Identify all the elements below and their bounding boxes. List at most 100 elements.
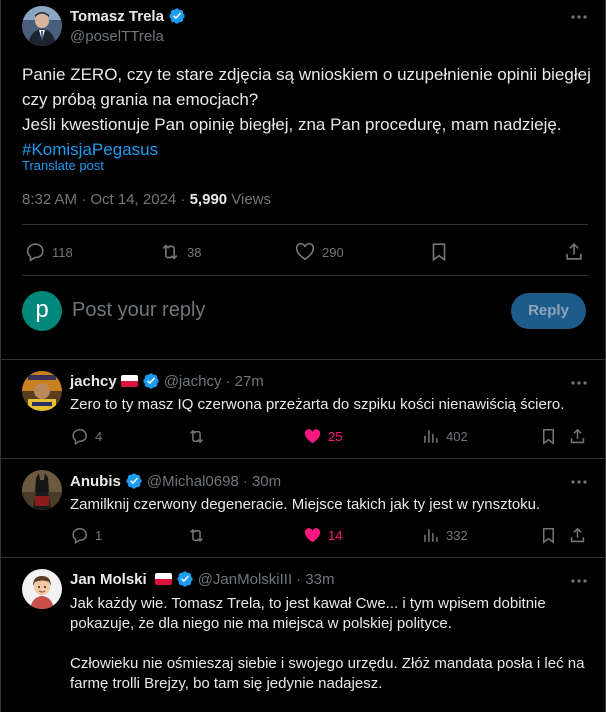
translate-post-link[interactable]: Translate post (22, 158, 104, 173)
repost-icon (187, 427, 206, 446)
reply-count: 4 (95, 429, 103, 444)
tweet-meta: 8:32 AM · Oct 14, 2024 · 5,990 Views (22, 191, 271, 208)
reply-header: jachcy @jachcy · 27m (70, 372, 264, 390)
reply-text-paragraph: Jak każdy wie. Tomasz Trela, to jest kaw… (70, 595, 546, 632)
verified-badge-icon (168, 7, 186, 25)
more-icon[interactable] (567, 374, 591, 392)
like-button[interactable]: 14 (303, 526, 342, 545)
reply-avatar[interactable] (22, 371, 62, 411)
repost-count: 38 (187, 244, 202, 260)
timestamp[interactable]: 8:32 AM · Oct 14, 2024 · (22, 191, 190, 208)
timeline-frame: Tomasz Trela @poselTTrela Panie ZERO, cz… (0, 0, 606, 712)
bookmark-button[interactable] (539, 526, 558, 545)
reply-submit-button[interactable]: Reply (511, 293, 586, 329)
views-count: 402 (446, 429, 468, 444)
more-icon[interactable] (567, 572, 591, 590)
views-icon (421, 526, 440, 545)
share-icon (568, 427, 587, 446)
reply-text: Jak każdy wie. Tomasz Trela, to jest kaw… (70, 594, 585, 694)
own-avatar: p (22, 291, 62, 331)
views-button[interactable]: 332 (421, 526, 468, 545)
tweet-text-line2: Jeśli kwestionuje Pan opinię biegłej, zn… (22, 115, 562, 134)
reply-item[interactable]: Anubis @Michal0698 · 30m Zamilknij czerw… (1, 459, 606, 557)
bookmark-button[interactable] (428, 241, 450, 263)
repost-icon (159, 241, 181, 263)
views-count: 5,990 (189, 191, 228, 208)
divider (22, 275, 588, 276)
hashtag-link[interactable]: #KomisjaPegasus (22, 137, 592, 162)
like-button[interactable]: 25 (303, 427, 342, 446)
tweet-text: Panie ZERO, czy te stare zdjęcia są wnio… (22, 62, 592, 162)
reply-author-handle[interactable]: @jachcy (164, 373, 222, 390)
like-count: 25 (328, 429, 343, 444)
reply-time[interactable]: · 27m (225, 373, 263, 390)
reply-author-handle[interactable]: @JanMolskiIII (198, 571, 292, 588)
reply-text: Zero to ty masz IQ czerwona przeżarta do… (70, 396, 565, 413)
reply-author-name[interactable]: Anubis (70, 473, 121, 490)
reply-author-name[interactable]: Jan Molski (70, 571, 147, 588)
like-icon (303, 526, 322, 545)
reply-time[interactable]: · 33m (296, 571, 334, 588)
reply-time[interactable]: · 30m (243, 473, 281, 490)
repost-button[interactable]: 38 (159, 241, 201, 263)
author-handle[interactable]: @poselTTrela (70, 28, 164, 45)
more-icon[interactable] (567, 8, 591, 26)
bookmark-icon (428, 241, 450, 263)
verified-badge-icon (176, 570, 194, 588)
reply-avatar[interactable] (22, 470, 62, 510)
bookmark-icon (539, 427, 558, 446)
reply-author-handle[interactable]: @Michal0698 (147, 473, 239, 490)
like-count: 14 (328, 528, 343, 543)
share-icon (563, 241, 585, 263)
more-icon[interactable] (567, 473, 591, 491)
divider (22, 224, 588, 225)
repost-icon (187, 526, 206, 545)
share-button[interactable] (568, 427, 587, 446)
share-button[interactable] (568, 526, 587, 545)
poland-flag-icon (120, 375, 138, 387)
tweet-text-line1: Panie ZERO, czy te stare zdjęcia są wnio… (22, 65, 591, 109)
reply-text: Zamilknij czerwony degeneracie. Miejsce … (70, 496, 541, 513)
reply-avatar[interactable] (22, 569, 62, 609)
reply-button[interactable]: 4 (70, 427, 102, 446)
bookmark-icon (539, 526, 558, 545)
author-name[interactable]: Tomasz Trela (70, 8, 164, 25)
share-button[interactable] (563, 241, 585, 263)
verified-badge-icon (125, 472, 143, 490)
repost-button[interactable] (187, 526, 206, 545)
views-label: Views (227, 191, 272, 208)
reply-header: Anubis @Michal0698 · 30m (70, 472, 281, 490)
like-count: 290 (322, 244, 344, 260)
reply-actions: 1 14 332 (70, 526, 590, 546)
main-tweet: Tomasz Trela @poselTTrela Panie ZERO, cz… (1, 0, 606, 360)
reply-author-name[interactable]: jachcy (70, 373, 117, 390)
reply-header: Jan Molski @JanMolskiIII · 33m (70, 570, 334, 588)
like-icon (294, 241, 316, 263)
share-icon (568, 526, 587, 545)
reply-button[interactable]: 1 (70, 526, 102, 545)
author-name-row[interactable]: Tomasz Trela (70, 7, 186, 25)
repost-button[interactable] (187, 427, 206, 446)
reply-item[interactable]: jachcy @jachcy · 27m Zero to ty masz IQ … (1, 360, 606, 458)
poland-flag-icon (154, 573, 172, 585)
like-icon (303, 427, 322, 446)
views-button[interactable]: 402 (421, 427, 468, 446)
reply-actions: 4 25 402 (70, 427, 590, 447)
verified-badge-icon (142, 372, 160, 390)
author-avatar[interactable] (22, 6, 62, 46)
reply-button[interactable]: 118 (24, 241, 73, 263)
reply-icon (70, 526, 89, 545)
reply-count: 118 (52, 244, 73, 260)
like-button[interactable]: 290 (294, 241, 344, 263)
reply-input[interactable]: Post your reply (72, 299, 205, 322)
reply-item[interactable]: Jan Molski @JanMolskiIII · 33m Jak każdy… (1, 558, 606, 712)
reply-count: 1 (95, 528, 103, 543)
reply-icon (70, 427, 89, 446)
bookmark-button[interactable] (539, 427, 558, 446)
tweet-actions: 118 38 290 (22, 236, 588, 268)
reply-text-paragraph: Człowieku nie ośmieszaj siebie i swojego… (70, 655, 585, 692)
reply-icon (24, 241, 46, 263)
views-count: 332 (446, 528, 468, 543)
views-icon (421, 427, 440, 446)
